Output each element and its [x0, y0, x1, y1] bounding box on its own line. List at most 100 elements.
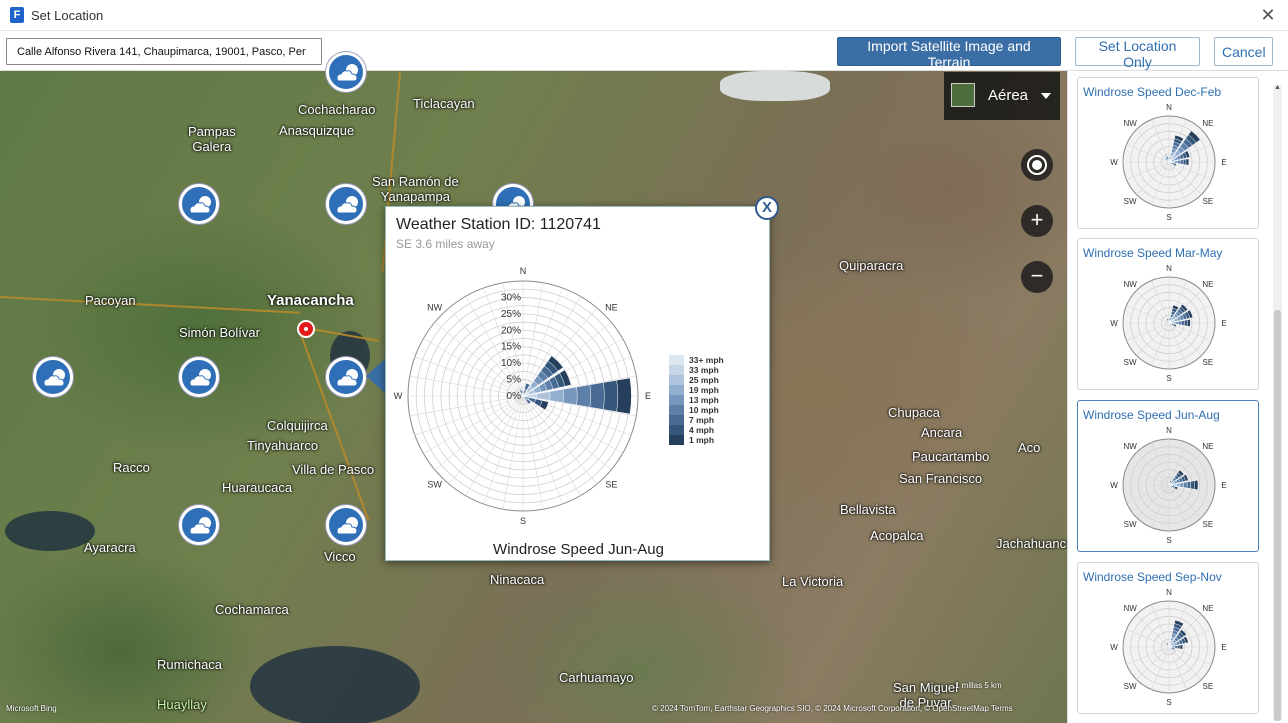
place-label: Huayllay	[157, 697, 207, 712]
weather-station-icon[interactable]	[326, 52, 366, 92]
cancel-button[interactable]: Cancel	[1214, 37, 1273, 66]
cloud-sun-icon	[43, 369, 65, 387]
map-style-dropdown[interactable]: Aérea	[944, 72, 1060, 120]
windrose-card[interactable]: Windrose Speed Jun-Aug N NE E SE S SW W NW	[1077, 400, 1259, 552]
windrose-chart: N NE E SE S SW W NW 0% 5% 10% 15% 20% 25% 30% 33+ mph33…	[394, 266, 724, 526]
windrose-thumbnail-chart: N NE E SE S SW W NW	[1110, 264, 1226, 383]
locate-me-button[interactable]	[1021, 149, 1053, 181]
cloud-sun-icon	[336, 369, 358, 387]
radial-tick-label: 15%	[501, 342, 521, 353]
place-label: Ninacaca	[490, 572, 545, 587]
compass-label: W	[1110, 319, 1118, 328]
place-label: Tinyahuarco	[247, 438, 319, 453]
place-label: Jachahuanca	[996, 536, 1074, 551]
scroll-up-icon[interactable]: ▲	[1273, 84, 1282, 94]
place-label: Pampas Galera	[188, 124, 236, 154]
weather-station-icon[interactable]	[179, 357, 219, 397]
popup-title: Weather Station ID: 1120741	[396, 216, 601, 233]
windrose-card[interactable]: Windrose Speed Mar-May N NE E SE S SW W NW	[1077, 238, 1259, 390]
snow-field	[720, 71, 830, 101]
place-label: Huaraucaca	[222, 480, 293, 495]
weather-station-icon[interactable]	[326, 184, 366, 224]
place-label: Vicco	[324, 549, 356, 564]
compass-label: S	[1166, 374, 1171, 383]
legend-swatch	[669, 435, 684, 445]
compass-label: N	[1166, 426, 1172, 435]
legend-swatch	[669, 375, 684, 385]
windrose-card[interactable]: Windrose Speed Dec-Feb N NE E SE S SW W NW	[1077, 77, 1259, 229]
compass-label: S	[1166, 536, 1171, 545]
map-attribution[interactable]: © 2024 TomTom, Earthstar Geographics SIO…	[652, 704, 1013, 713]
place-label: Pacoyan	[85, 293, 136, 308]
popup-close-button[interactable]: X	[755, 196, 779, 220]
place-label: Carhuamayo	[559, 670, 634, 685]
map-style-label: Aérea	[988, 87, 1029, 104]
legend-label: 7 mph	[689, 415, 714, 425]
compass-label: E	[1221, 158, 1226, 167]
compass-label: NW	[1123, 119, 1137, 128]
windrose-card-title: Windrose Speed Jun-Aug	[1083, 408, 1220, 422]
weather-station-icon[interactable]	[179, 184, 219, 224]
windrose-card-title: Windrose Speed Dec-Feb	[1083, 85, 1222, 99]
zoom-out-button[interactable]: −	[1021, 261, 1053, 293]
legend-label: 25 mph	[689, 375, 719, 385]
location-pin-icon[interactable]	[297, 320, 315, 338]
compass-label: E	[1221, 643, 1226, 652]
window-close-icon[interactable]: ✕	[1258, 5, 1278, 25]
legend-swatch	[669, 405, 684, 415]
compass-label: SE	[1203, 197, 1214, 206]
compass-label: NE	[1202, 442, 1213, 451]
radial-tick-label: 20%	[501, 325, 521, 336]
compass-label: NW	[1123, 442, 1137, 451]
place-label: Cochamarca	[215, 602, 289, 617]
map-scale: 1 millas 5 km	[955, 681, 1002, 690]
weather-station-icon[interactable]	[326, 505, 366, 545]
popup-caption: Windrose Speed Jun-Aug	[493, 541, 664, 558]
weather-station-icon[interactable]	[326, 357, 366, 397]
compass-label: E	[1221, 319, 1226, 328]
place-label: Villa de Pasco	[292, 462, 375, 477]
place-label: Ayaracra	[84, 540, 136, 555]
compass-label: NE	[1202, 280, 1213, 289]
radial-tick-label: 10%	[501, 358, 521, 369]
legend-swatch	[669, 425, 684, 435]
legend-label: 33+ mph	[689, 355, 724, 365]
radial-tick-label: 0%	[507, 391, 522, 402]
place-label: Ancara	[921, 425, 963, 440]
road	[0, 296, 300, 314]
windrose-card[interactable]: Windrose Speed Sep-Nov N NE E SE S SW W NW	[1077, 562, 1259, 714]
radial-tick-label: 5%	[507, 375, 522, 386]
place-label: San Ramón de Yanapampa	[372, 174, 459, 204]
legend-label: 10 mph	[689, 405, 719, 415]
compass-label: N	[1166, 588, 1172, 597]
legend-swatch	[669, 365, 684, 375]
place-label: San Francisco	[899, 471, 983, 486]
legend-label: 33 mph	[689, 365, 719, 375]
address-input[interactable]	[6, 38, 322, 65]
place-label: Quiparacra	[839, 258, 904, 273]
import-satellite-button[interactable]: Import Satellite Image and Terrain	[837, 37, 1061, 70]
compass-label: NW	[1123, 604, 1137, 613]
windrose-thumbnail-chart: N NE E SE S SW W NW	[1110, 588, 1226, 707]
bing-logo: Microsoft Bing	[6, 704, 57, 713]
weather-station-icon[interactable]	[179, 505, 219, 545]
legend-label: 1 mph	[689, 435, 714, 445]
set-location-only-button[interactable]: Set Location Only	[1075, 37, 1200, 70]
cloud-sun-icon	[336, 196, 358, 214]
panel-scroll-thumb[interactable]	[1274, 310, 1281, 721]
compass-label: S	[1166, 698, 1171, 707]
place-label: Simón Bolívar	[179, 325, 260, 340]
legend-swatch	[669, 395, 684, 405]
compass-label: NW	[427, 303, 442, 313]
legend-swatch	[669, 355, 684, 365]
compass-label: SW	[1124, 197, 1137, 206]
zoom-in-button[interactable]: +	[1021, 205, 1053, 237]
place-label: Yanacancha	[267, 292, 354, 309]
compass-label: N	[1166, 103, 1172, 112]
place-label: Acopalca	[870, 528, 924, 543]
compass-label: SW	[1124, 520, 1137, 529]
cloud-sun-icon	[336, 64, 358, 82]
windrose-thumbnail-chart: N NE E SE S SW W NW	[1110, 103, 1226, 222]
place-label: Ticlacayan	[413, 96, 475, 111]
weather-station-icon[interactable]	[33, 357, 73, 397]
